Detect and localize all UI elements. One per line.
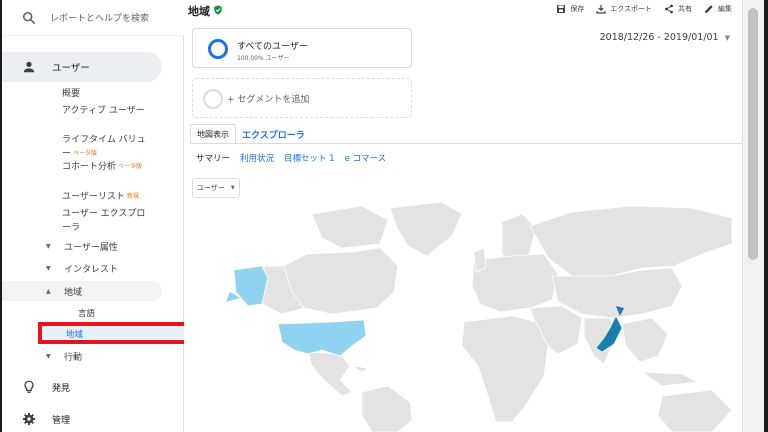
sidebar-item-label: コホート分析 [62,162,117,172]
tab-map[interactable]: 地図表示 [190,124,236,144]
action-label: 編集 [718,5,732,13]
date-range-picker[interactable]: 2018/12/26 - 2019/01/01 ▼ [600,32,730,43]
date-range-text: 2018/12/26 - 2019/01/01 [599,32,719,43]
metric-dropdown-value: ユーザー [197,184,225,192]
map-region-cuba [351,365,370,373]
scrollbar-thumb[interactable] [748,8,758,260]
segment-all-users[interactable]: すべてのユーザー 100.00% ユーザー [192,28,412,68]
map-region-indonesia [640,371,700,387]
map-region-uk [473,247,487,273]
sidebar-item-admin[interactable]: 管理 [22,412,70,426]
map-region-united-states [277,319,367,357]
new-badge: 新規 [126,193,139,200]
page-title: 地域 [188,5,210,18]
sidebar-item-label: 発見 [52,383,71,394]
map-region-greenland [389,201,463,257]
share-icon [665,4,673,14]
empty-segment-ring-icon [203,89,223,109]
sidebar-item-label: 言語 [78,309,96,319]
page-scrollbar[interactable] [742,0,764,432]
search-bar[interactable]: レポートとヘルプを検索 [2,0,184,36]
sidebar-group-behavior[interactable]: ▼ 行動 [46,350,82,363]
tab-explorer[interactable]: エクスプローラ [236,124,311,144]
segment-title: すべてのユーザー [237,42,308,52]
map-region-southeast-asia [621,317,669,363]
map-region-mexico [307,351,353,397]
sidebar-item-label: 地域 [64,288,83,298]
map-region-africa [461,315,549,423]
sidebar-item-label: ユーザーリスト [62,192,125,202]
view-tabs: 地図表示 エクスプローラ [190,124,311,144]
search-icon [22,11,36,24]
metric-dropdown[interactable]: ユーザー ▼ [192,178,240,198]
action-label: 共有 [678,5,692,13]
subnav-goal-set[interactable]: 目標セット 1 [284,152,335,164]
sidebar-item-user-explorer[interactable]: ユーザー エクスプローラ [62,207,146,235]
share-button[interactable]: 共有 [664,4,692,14]
edit-button[interactable]: 編集 [704,4,732,14]
download-icon [596,5,606,14]
gear-icon [22,412,36,426]
add-segment-button[interactable]: + セグメントを追加 [192,78,412,118]
sidebar-group-geo[interactable]: ▲ 地域 [46,285,82,298]
report-actions: 保存 エクスポート 共有 編集 [556,4,732,14]
map-region-south-america [361,385,413,432]
sidebar-group-interests[interactable]: ▼ インタレスト [46,262,118,275]
sidebar-item-label: 概要 [62,89,81,99]
subnav-usage[interactable]: 利用状況 [240,152,274,164]
sidebar-item-label: ユーザー [52,63,90,74]
save-button[interactable]: 保存 [556,4,584,14]
save-icon [557,5,566,13]
sidebar-item-label: アクティブ ユーザー [62,106,145,116]
sidebar-item-label: 行動 [64,353,83,363]
caret-up-icon: ▲ [46,288,51,295]
sidebar-item-label: 地域 [66,330,84,340]
subnav-ecommerce[interactable]: e コマース [345,152,387,164]
metric-group-nav: サマリー 利用状況 目標セット 1 e コマース [196,152,386,164]
sidebar-item-overview[interactable]: 概要 [62,87,80,101]
lightbulb-icon [24,380,34,393]
app-frame: レポートとヘルプを検索 ユーザー 概要 アクティブ ユーザー ライフタイム バリ… [2,0,764,432]
main-content: 地域 保存 エクスポート 共有 編集 すべてのユーザー 100.00% ユーザー… [184,0,742,432]
pencil-icon [705,5,713,13]
export-button[interactable]: エクスポート [596,4,652,14]
sidebar-item-label: インタレスト [64,265,119,275]
caret-down-icon: ▼ [46,243,51,250]
search-placeholder: レポートとヘルプを検索 [50,14,150,24]
beta-badge: ベータ版 [118,163,143,170]
map-region-russia [529,205,733,277]
map-region-australia [657,389,733,432]
caret-down-icon: ▼ [46,265,51,272]
world-map[interactable] [212,196,742,432]
sidebar-item-discover[interactable]: 発見 [22,380,70,394]
caret-down-icon: ▼ [46,353,51,360]
sidebar-item-user-list[interactable]: ユーザーリスト 新規 [62,190,152,204]
sidebar-item-lifetime-value[interactable]: ライフタイム バリュー ベータ版 [62,133,146,161]
sidebar-item-cohort[interactable]: コホート分析 ベータ版 [62,160,146,174]
sidebar-item-label: 管理 [52,415,71,426]
caret-down-icon: ▼ [230,185,235,191]
sidebar: レポートとヘルプを検索 ユーザー 概要 アクティブ ユーザー ライフタイム バリ… [2,0,220,432]
add-segment-label: + セグメントを追加 [227,95,310,105]
person-icon [23,61,35,73]
action-label: エクスポート [610,5,652,13]
action-label: 保存 [570,5,585,13]
sidebar-item-users[interactable]: ユーザー [2,52,162,82]
sidebar-item-label: ユーザー エクスプローラ [62,209,146,233]
sidebar-group-attributes[interactable]: ▼ ユーザー属性 [46,240,118,253]
map-region-arctic-islands [311,205,389,249]
sidebar-item-label: ユーザー属性 [64,243,118,253]
verified-shield-icon [214,5,222,15]
subnav-summary[interactable]: サマリー [196,152,230,164]
sidebar-item-active-users[interactable]: アクティブ ユーザー [62,104,146,118]
segment-ring-icon [208,39,228,59]
segment-subtitle: 100.00% ユーザー [237,55,290,62]
beta-badge: ベータ版 [73,150,98,157]
tabs-divider [190,143,742,144]
chevron-down-icon: ▼ [724,33,730,42]
sidebar-item-language[interactable]: 言語 [78,307,95,319]
